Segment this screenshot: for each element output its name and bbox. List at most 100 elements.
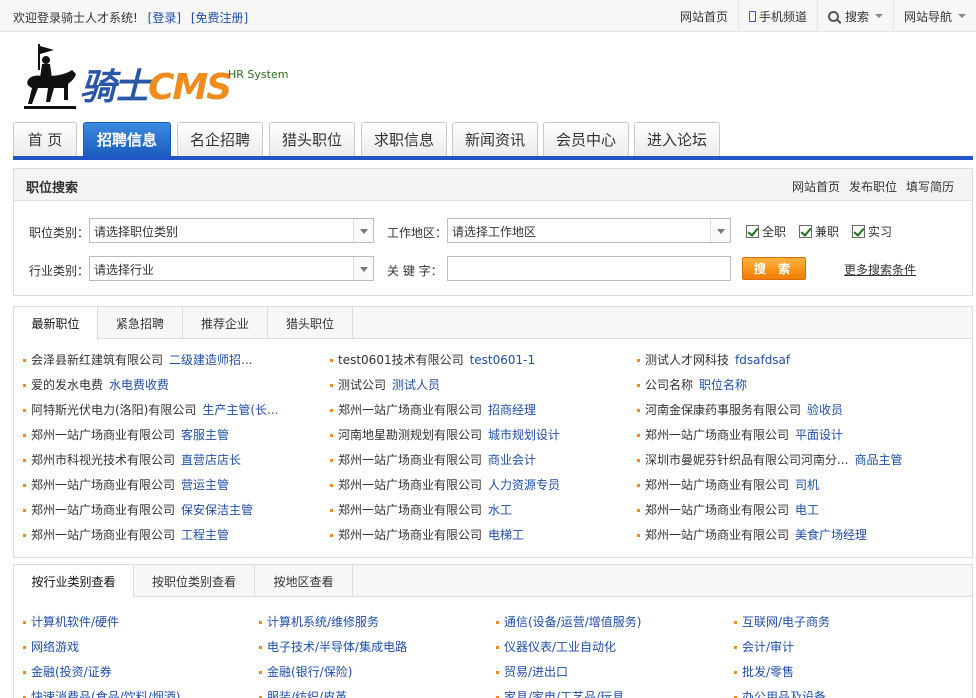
job-title-link[interactable]: 人力资源专员 bbox=[488, 478, 560, 492]
company-link[interactable]: 会泽县新红建筑有限公司 bbox=[31, 353, 163, 367]
nav-tab-famous-companies[interactable]: 名企招聘 bbox=[177, 122, 263, 156]
company-link[interactable]: 郑州一站广场商业有限公司 bbox=[338, 528, 482, 542]
tab-by-industry[interactable]: 按行业类别查看 bbox=[14, 565, 134, 598]
company-link[interactable]: 郑州市科视光技术有限公司 bbox=[31, 453, 175, 467]
industry-category-link[interactable]: 金融(银行/保险) bbox=[259, 663, 352, 680]
industry-category-link[interactable]: 仪器仪表/工业自动化 bbox=[496, 638, 616, 655]
company-link[interactable]: 测试人才网科技 bbox=[645, 353, 729, 367]
company-link[interactable]: 郑州一站广场商业有限公司 bbox=[31, 478, 175, 492]
nav-tab-home[interactable]: 首 页 bbox=[13, 122, 77, 156]
industry-category-link[interactable]: 服装/纺织/皮革 bbox=[259, 688, 347, 698]
tab-recommended-companies[interactable]: 推荐企业 bbox=[183, 307, 268, 339]
industry-select[interactable]: 请选择行业 bbox=[89, 256, 374, 281]
checkbox-parttime[interactable]: 兼职 bbox=[799, 223, 839, 240]
company-link[interactable]: 郑州一站广场商业有限公司 bbox=[645, 478, 789, 492]
industry-category-link[interactable]: 办公用品及设备 bbox=[734, 688, 826, 698]
nav-tab-jobs[interactable]: 招聘信息 bbox=[83, 122, 171, 156]
tab-headhunter-jobs[interactable]: 猎头职位 bbox=[268, 307, 353, 339]
bullet-icon bbox=[637, 434, 640, 437]
job-title-link[interactable]: 直营店店长 bbox=[181, 453, 241, 467]
industry-category-link[interactable]: 电子技术/半导体/集成电路 bbox=[259, 638, 407, 655]
company-link[interactable]: 河南地星勘测规划有限公司 bbox=[338, 428, 482, 442]
search-link-resume[interactable]: 填写简历 bbox=[906, 178, 954, 195]
company-link[interactable]: 郑州一站广场商业有限公司 bbox=[645, 428, 789, 442]
company-link[interactable]: test0601技术有限公司 bbox=[338, 353, 464, 367]
tab-urgent-jobs[interactable]: 紧急招聘 bbox=[98, 307, 183, 339]
company-link[interactable]: 公司名称 bbox=[645, 378, 693, 392]
company-link[interactable]: 郑州一站广场商业有限公司 bbox=[338, 453, 482, 467]
tab-by-area[interactable]: 按地区查看 bbox=[255, 565, 353, 597]
nav-tab-member[interactable]: 会员中心 bbox=[543, 122, 629, 156]
industry-category-link[interactable]: 通信(设备/运营/增值服务) bbox=[496, 613, 641, 630]
more-search-options-link[interactable]: 更多搜索条件 bbox=[844, 261, 916, 278]
job-title-link[interactable]: 电梯工 bbox=[488, 528, 524, 542]
industry-category-link[interactable]: 会计/审计 bbox=[734, 638, 794, 655]
nav-tab-news[interactable]: 新闻资讯 bbox=[452, 122, 538, 156]
search-link-post-job[interactable]: 发布职位 bbox=[849, 178, 897, 195]
job-title-link[interactable]: 二级建造师招... bbox=[169, 353, 252, 367]
job-title-link[interactable]: 司机 bbox=[795, 478, 819, 492]
keyword-input[interactable] bbox=[447, 256, 731, 281]
company-link[interactable]: 河南金保康药事服务有限公司 bbox=[645, 403, 801, 417]
job-title-link[interactable]: 水工 bbox=[488, 503, 512, 517]
tab-latest-jobs[interactable]: 最新职位 bbox=[14, 307, 98, 340]
job-title-link[interactable]: 平面设计 bbox=[795, 428, 843, 442]
job-title-link[interactable]: 美食广场经理 bbox=[795, 528, 867, 542]
company-link[interactable]: 郑州一站广场商业有限公司 bbox=[338, 478, 482, 492]
company-link[interactable]: 郑州一站广场商业有限公司 bbox=[645, 528, 789, 542]
industry-category-link[interactable]: 贸易/进出口 bbox=[496, 663, 568, 680]
job-title-link[interactable]: 保安保洁主管 bbox=[181, 503, 253, 517]
login-link[interactable]: [登录] bbox=[148, 11, 181, 25]
company-link[interactable]: 测试公司 bbox=[338, 378, 386, 392]
industry-category-link[interactable]: 金融(投资/证券 bbox=[23, 663, 112, 680]
job-title-link[interactable]: 客服主管 bbox=[181, 428, 229, 442]
company-link[interactable]: 郑州一站广场商业有限公司 bbox=[31, 528, 175, 542]
search-link-home[interactable]: 网站首页 bbox=[792, 178, 840, 195]
company-link[interactable]: 深圳市曼妮芬针织品有限公司河南分... bbox=[645, 453, 848, 467]
job-title-link[interactable]: 职位名称 bbox=[699, 378, 747, 392]
job-list-item: 郑州一站广场商业有限公司 客服主管 bbox=[23, 426, 323, 443]
company-link[interactable]: 郑州一站广场商业有限公司 bbox=[338, 403, 482, 417]
category-select[interactable]: 请选择职位类别 bbox=[89, 218, 374, 243]
company-link[interactable]: 郑州一站广场商业有限公司 bbox=[645, 503, 789, 517]
job-title-link[interactable]: 生产主管(长... bbox=[202, 403, 278, 417]
industry-category-link[interactable]: 计算机系统/维修服务 bbox=[259, 613, 379, 630]
search-button[interactable]: 搜 索 bbox=[742, 257, 806, 280]
job-title-link[interactable]: 工程主管 bbox=[181, 528, 229, 542]
nav-tab-forum[interactable]: 进入论坛 bbox=[634, 122, 720, 156]
home-link[interactable]: 网站首页 bbox=[670, 0, 738, 32]
job-title-link[interactable]: fdsafdsaf bbox=[735, 353, 790, 367]
nav-tab-resumes[interactable]: 求职信息 bbox=[361, 122, 447, 156]
industry-category-link[interactable]: 批发/零售 bbox=[734, 663, 794, 680]
job-title-link[interactable]: 商业会计 bbox=[488, 453, 536, 467]
industry-category-link[interactable]: 家具/家电/工艺品/玩具 bbox=[496, 688, 624, 698]
nav-tab-headhunting[interactable]: 猎头职位 bbox=[269, 122, 355, 156]
site-nav-menu[interactable]: 网站导航 bbox=[892, 0, 976, 32]
job-title-link[interactable]: test0601-1 bbox=[470, 353, 536, 367]
job-title-link[interactable]: 测试人员 bbox=[392, 378, 440, 392]
job-title-link[interactable]: 招商经理 bbox=[488, 403, 536, 417]
industry-category-link[interactable]: 计算机软件/硬件 bbox=[23, 613, 119, 630]
job-title-link[interactable]: 商品主管 bbox=[854, 453, 902, 467]
industry-category-link[interactable]: 快速消费品(食品/饮料/烟酒) bbox=[23, 688, 180, 698]
site-logo[interactable]: 骑士CMS HR System bbox=[20, 38, 300, 114]
company-link[interactable]: 爱的发水电费 bbox=[31, 378, 103, 392]
register-link[interactable]: [免费注册] bbox=[191, 11, 248, 25]
company-link[interactable]: 郑州一站广场商业有限公司 bbox=[31, 503, 175, 517]
area-select[interactable]: 请选择工作地区 bbox=[447, 218, 731, 243]
job-title-link[interactable]: 电工 bbox=[795, 503, 819, 517]
checkbox-intern[interactable]: 实习 bbox=[852, 223, 892, 240]
company-link[interactable]: 阿特斯光伏电力(洛阳)有限公司 bbox=[31, 403, 196, 417]
job-title-link[interactable]: 验收员 bbox=[807, 403, 843, 417]
checkbox-fulltime[interactable]: 全职 bbox=[746, 223, 786, 240]
company-link[interactable]: 郑州一站广场商业有限公司 bbox=[338, 503, 482, 517]
industry-category-link[interactable]: 互联网/电子商务 bbox=[734, 613, 830, 630]
industry-category-link[interactable]: 网络游戏 bbox=[23, 638, 79, 655]
job-title-link[interactable]: 营运主管 bbox=[181, 478, 229, 492]
job-title-link[interactable]: 城市规划设计 bbox=[488, 428, 560, 442]
job-title-link[interactable]: 水电费收费 bbox=[109, 378, 169, 392]
search-menu[interactable]: 搜索 bbox=[816, 0, 893, 32]
mobile-channel-link[interactable]: 手机频道 bbox=[737, 0, 817, 32]
company-link[interactable]: 郑州一站广场商业有限公司 bbox=[31, 428, 175, 442]
tab-by-job-category[interactable]: 按职位类别查看 bbox=[134, 565, 255, 597]
